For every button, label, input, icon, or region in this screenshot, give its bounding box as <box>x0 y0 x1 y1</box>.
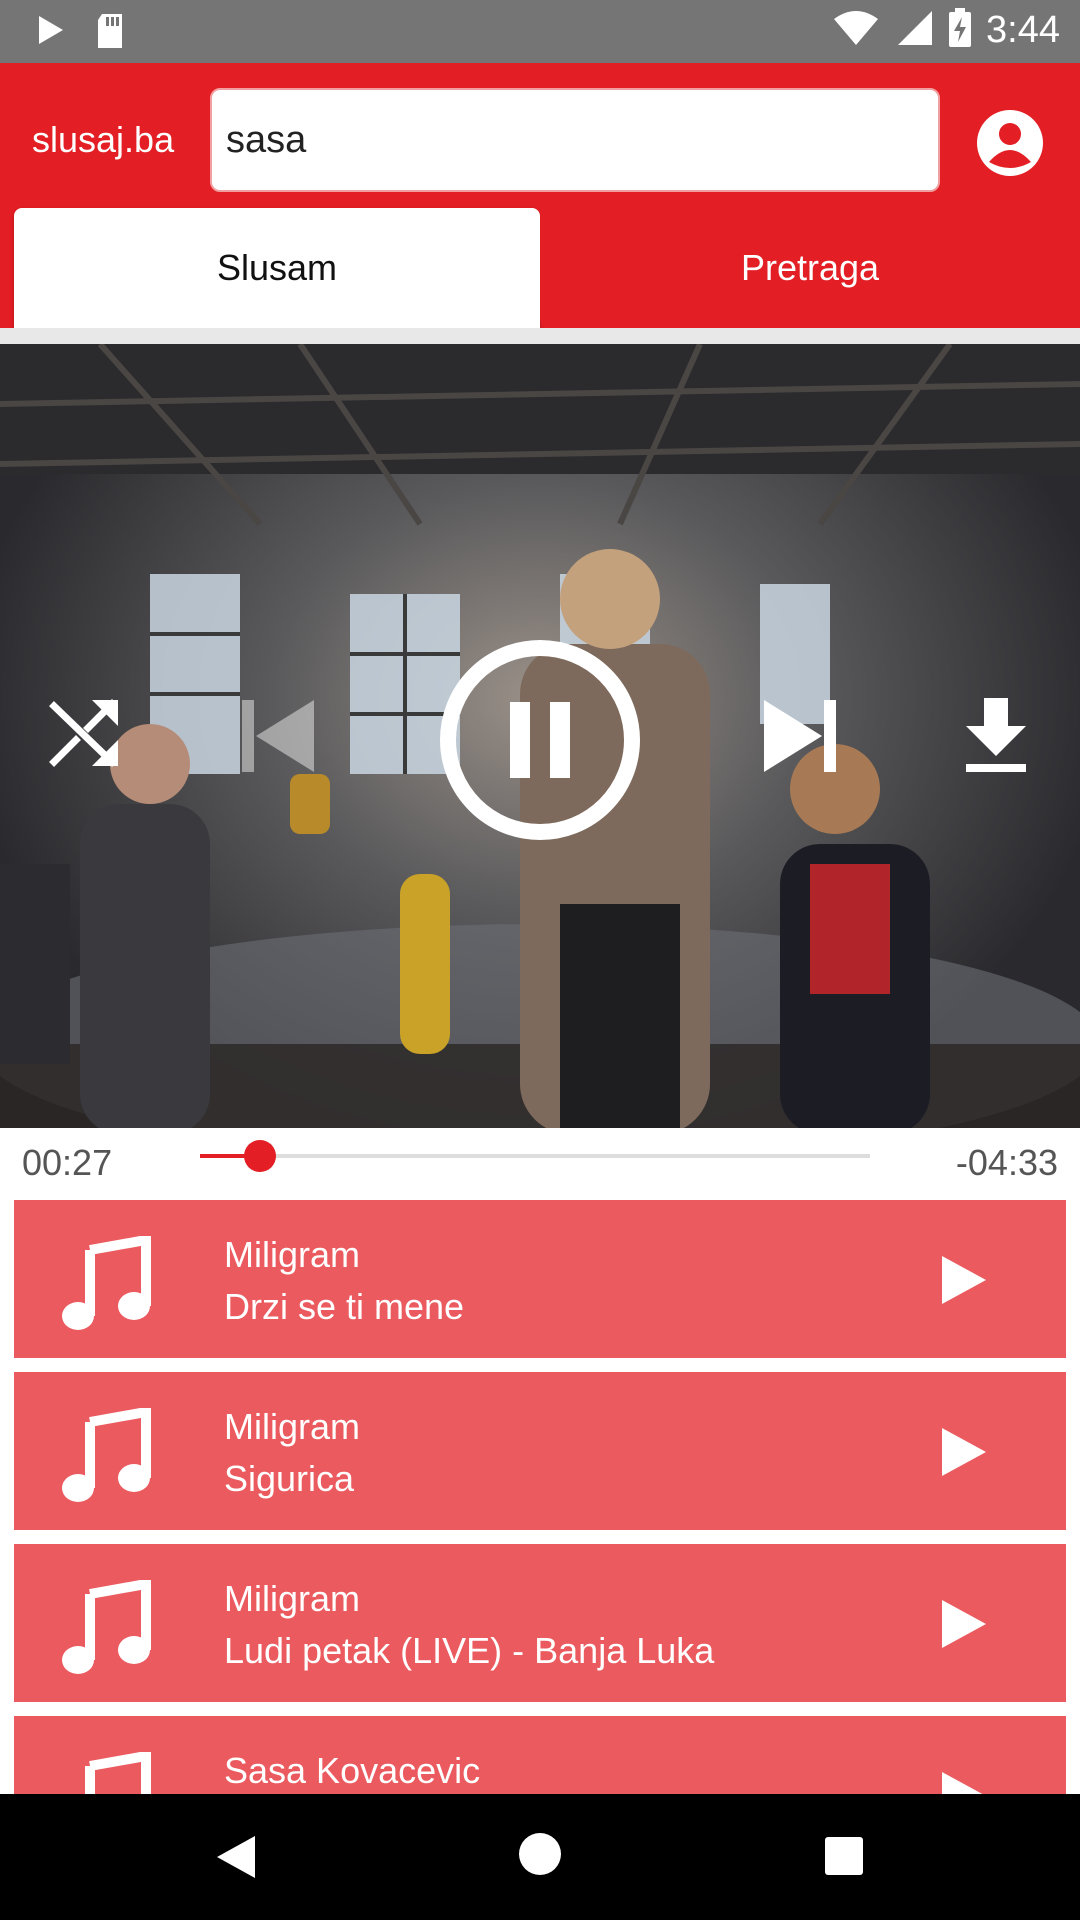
music-note-icon <box>58 1234 154 1332</box>
list-item[interactable]: Miligram Drzi se ti mene <box>14 1200 1066 1358</box>
home-icon[interactable] <box>518 1832 562 1881</box>
music-note-icon <box>58 1406 154 1504</box>
song-title: Drzi se ti mene <box>224 1286 465 1327</box>
music-note-icon <box>58 1750 154 1794</box>
list-item[interactable]: Sasa Kovacevic <box>14 1716 1066 1794</box>
song-artist: Miligram <box>224 1234 361 1275</box>
list-item[interactable]: Miligram Ludi petak (LIVE) - Banja Luka <box>14 1544 1066 1702</box>
tab-pretraga[interactable]: Pretraga <box>540 208 1080 328</box>
skip-previous-icon[interactable] <box>238 696 318 781</box>
pause-icon[interactable] <box>440 640 640 845</box>
play-icon[interactable] <box>934 1250 994 1310</box>
tab-bar: Slusam Pretraga <box>0 208 1080 328</box>
list-item[interactable]: Miligram Sigurica <box>14 1372 1066 1530</box>
music-note-icon <box>58 1578 154 1676</box>
status-time: 3:44 <box>986 9 1060 51</box>
search-box[interactable] <box>210 88 940 192</box>
wifi-icon <box>832 9 880 52</box>
seek-bar[interactable] <box>200 1140 870 1172</box>
video-player[interactable] <box>0 344 1080 1128</box>
brand-logo[interactable]: slusaj.ba <box>32 119 174 161</box>
play-notification-icon <box>36 12 66 55</box>
app-bar: slusaj.ba <box>0 63 1080 208</box>
play-icon[interactable] <box>934 1422 994 1482</box>
play-icon[interactable] <box>934 1766 994 1794</box>
song-artist: Miligram <box>224 1406 361 1447</box>
account-circle-icon[interactable] <box>975 108 1045 178</box>
recents-icon[interactable] <box>824 1836 864 1881</box>
tab-slusam[interactable]: Slusam <box>14 208 540 328</box>
divider <box>0 328 1080 344</box>
battery-charging-icon <box>948 8 972 53</box>
search-input[interactable] <box>226 118 924 162</box>
skip-next-icon[interactable] <box>760 696 840 781</box>
song-title: Sigurica <box>224 1458 355 1499</box>
play-icon[interactable] <box>934 1594 994 1654</box>
system-nav-bar <box>0 1794 1080 1920</box>
seek-bar-thumb[interactable] <box>244 1140 277 1172</box>
status-bar: 3:44 <box>0 0 1080 63</box>
song-list: Miligram Drzi se ti mene Miligram Siguri… <box>0 1198 1080 1794</box>
song-title: Ludi petak (LIVE) - Banja Luka <box>224 1630 715 1671</box>
playback-progress: 00:27 -04:33 <box>0 1128 1080 1198</box>
song-artist: Sasa Kovacevic <box>224 1750 481 1791</box>
remaining-time: -04:33 <box>955 1142 1058 1183</box>
download-icon[interactable] <box>964 696 1028 779</box>
song-artist: Miligram <box>224 1578 361 1619</box>
signal-icon <box>894 9 934 52</box>
back-icon[interactable] <box>215 1834 257 1885</box>
shuffle-icon[interactable] <box>48 696 122 775</box>
elapsed-time: 00:27 <box>22 1142 113 1183</box>
sd-card-icon <box>94 12 126 55</box>
